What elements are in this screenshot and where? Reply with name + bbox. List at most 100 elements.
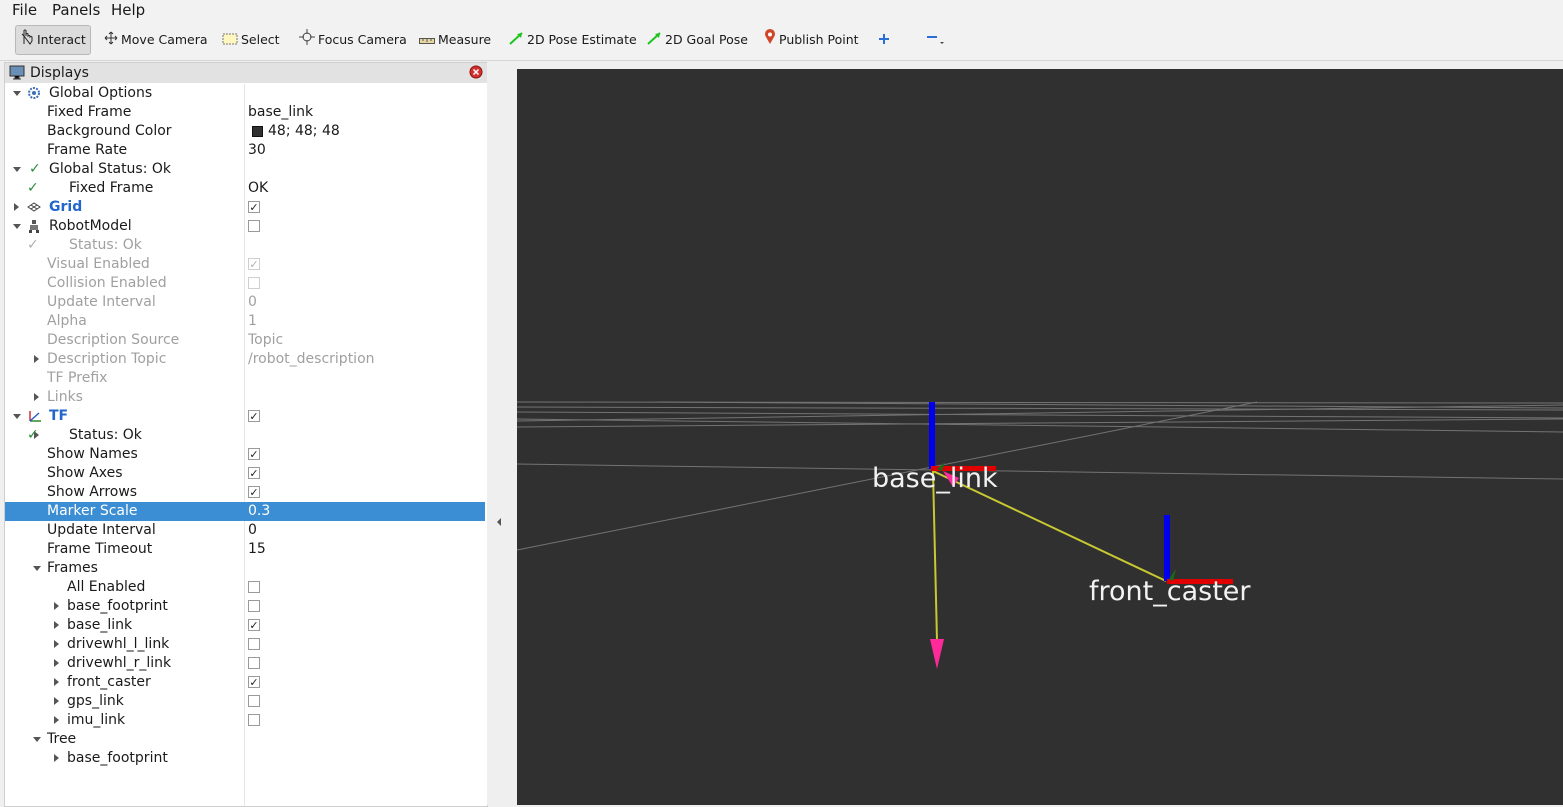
tree-row-value[interactable]: base_link xyxy=(248,103,313,122)
visibility-checkbox[interactable]: ✓ xyxy=(248,619,260,631)
menu-help[interactable]: Help xyxy=(111,1,145,19)
tree-row-value[interactable]: 0.3 xyxy=(248,502,270,521)
visibility-checkbox[interactable]: ✓ xyxy=(248,410,260,422)
visibility-checkbox[interactable]: ✓ xyxy=(248,201,260,213)
tree-row-value[interactable]: Topic xyxy=(248,331,283,350)
visibility-checkbox[interactable]: ✓ xyxy=(248,467,260,479)
expand-arrow-icon[interactable] xyxy=(54,716,59,724)
tree-row-value[interactable]: /robot_description xyxy=(248,350,375,369)
tree-row-drivewhl-r-link[interactable]: drivewhl_r_link xyxy=(5,654,485,673)
tree-row-gps-link[interactable]: gps_link xyxy=(5,692,485,711)
tree-row-front-caster[interactable]: front_caster ✓ xyxy=(5,673,485,692)
tree-row-frame-timeout[interactable]: Frame Timeout 15 xyxy=(5,540,485,559)
tree-row-background-color[interactable]: Background Color 48; 48; 48 xyxy=(5,122,485,141)
render-viewport[interactable]: base_link front_caster xyxy=(517,69,1563,805)
collapse-arrow-icon[interactable] xyxy=(13,224,21,229)
menu-file[interactable]: File xyxy=(12,1,37,19)
tree-row-show-axes[interactable]: Show Axes ✓ xyxy=(5,464,485,483)
visibility-checkbox[interactable] xyxy=(248,714,260,726)
tree-row-base-footprint[interactable]: base_footprint xyxy=(5,597,485,616)
goal-pose-button[interactable]: 2D Goal Pose xyxy=(647,28,748,52)
visibility-checkbox[interactable] xyxy=(248,277,260,289)
tree-row-collision-enabled[interactable]: Collision Enabled xyxy=(5,274,485,293)
tree-row-tf-prefix[interactable]: TF Prefix xyxy=(5,369,485,388)
close-panel-button[interactable] xyxy=(469,65,483,85)
tree-row-fixed-frame[interactable]: ✓ Fixed Frame OK xyxy=(5,179,485,198)
visibility-checkbox[interactable] xyxy=(248,657,260,669)
expand-arrow-icon[interactable] xyxy=(34,393,39,401)
expand-arrow-icon[interactable] xyxy=(54,602,59,610)
tree-row-description-source[interactable]: Description Source Topic xyxy=(5,331,485,350)
tree-row-status-ok[interactable]: ✓ Status: Ok xyxy=(5,426,485,445)
tree-row-imu-link[interactable]: imu_link xyxy=(5,711,485,730)
tree-row-frame-rate[interactable]: Frame Rate 30 xyxy=(5,141,485,160)
expand-arrow-icon[interactable] xyxy=(54,659,59,667)
tree-row-links[interactable]: Links xyxy=(5,388,485,407)
expand-arrow-icon[interactable] xyxy=(54,754,59,762)
tree-row-show-names[interactable]: Show Names ✓ xyxy=(5,445,485,464)
visibility-checkbox[interactable] xyxy=(248,638,260,650)
interact-button[interactable]: Interact xyxy=(15,25,91,55)
tree-row-all-enabled[interactable]: All Enabled xyxy=(5,578,485,597)
expand-arrow-icon[interactable] xyxy=(54,697,59,705)
tree-row-value[interactable]: 0 xyxy=(248,293,257,312)
select-button[interactable]: Select xyxy=(222,28,280,52)
visibility-checkbox[interactable]: ✓ xyxy=(248,448,260,460)
tree-row-tf[interactable]: TF ✓ xyxy=(5,407,485,426)
tree-row-alpha[interactable]: Alpha 1 xyxy=(5,312,485,331)
visibility-checkbox[interactable]: ✓ xyxy=(248,486,260,498)
tree-row-global-status-ok[interactable]: ✓ Global Status: Ok xyxy=(5,160,485,179)
visibility-checkbox[interactable] xyxy=(248,220,260,232)
panel-splitter[interactable] xyxy=(487,62,515,805)
collapse-arrow-icon[interactable] xyxy=(33,737,41,742)
tree-row-fixed-frame[interactable]: Fixed Frame base_link xyxy=(5,103,485,122)
tree-row-drivewhl-l-link[interactable]: drivewhl_l_link xyxy=(5,635,485,654)
select-label: Select xyxy=(241,32,280,47)
focus-camera-button[interactable]: Focus Camera xyxy=(299,28,407,52)
visibility-checkbox[interactable]: ✓ xyxy=(248,258,260,270)
remove-tool-button[interactable] xyxy=(926,28,947,52)
publish-point-label: Publish Point xyxy=(779,32,859,47)
tree-row-value[interactable]: 15 xyxy=(248,540,266,559)
tree-row-base-footprint[interactable]: base_footprint xyxy=(5,749,485,768)
collapse-left-icon[interactable] xyxy=(496,517,502,527)
tree-row-robotmodel[interactable]: RobotModel xyxy=(5,217,485,236)
tree-row-value[interactable]: OK xyxy=(248,179,268,198)
measure-button[interactable]: Measure xyxy=(419,28,491,52)
visibility-checkbox[interactable] xyxy=(248,600,260,612)
tree-row-value[interactable]: 1 xyxy=(248,312,257,331)
pose-estimate-button[interactable]: 2D Pose Estimate xyxy=(509,28,637,52)
visibility-checkbox[interactable]: ✓ xyxy=(248,676,260,688)
tree-row-value[interactable]: 0 xyxy=(248,521,257,540)
tree-row-show-arrows[interactable]: Show Arrows ✓ xyxy=(5,483,485,502)
color-swatch[interactable] xyxy=(252,126,263,137)
expand-arrow-icon[interactable] xyxy=(54,640,59,648)
tree-row-description-topic[interactable]: Description Topic/robot_description xyxy=(5,350,485,369)
expand-arrow-icon[interactable] xyxy=(34,355,39,363)
visibility-checkbox[interactable] xyxy=(248,581,260,593)
tree-row-global-options[interactable]: Global Options xyxy=(5,84,485,103)
tree-row-grid[interactable]: Grid ✓ xyxy=(5,198,485,217)
tree-row-value[interactable]: 48; 48; 48 xyxy=(268,122,340,141)
expand-arrow-icon[interactable] xyxy=(54,678,59,686)
tree-row-status-ok[interactable]: ✓ Status: Ok xyxy=(5,236,485,255)
publish-point-button[interactable]: Publish Point xyxy=(764,28,859,52)
collapse-arrow-icon[interactable] xyxy=(13,414,21,419)
menu-panels[interactable]: Panels xyxy=(52,1,100,19)
tree-row-update-interval[interactable]: Update Interval 0 xyxy=(5,521,485,540)
collapse-arrow-icon[interactable] xyxy=(33,566,41,571)
tree-row-value[interactable]: 30 xyxy=(248,141,266,160)
tree-row-tree[interactable]: Tree xyxy=(5,730,485,749)
move-camera-button[interactable]: Move Camera xyxy=(104,28,208,52)
expand-arrow-icon[interactable] xyxy=(54,621,59,629)
tree-row-visual-enabled[interactable]: Visual Enabled ✓ xyxy=(5,255,485,274)
visibility-checkbox[interactable] xyxy=(248,695,260,707)
tree-row-frames[interactable]: Frames xyxy=(5,559,485,578)
add-tool-button[interactable] xyxy=(878,28,893,52)
collapse-arrow-icon[interactable] xyxy=(13,91,21,96)
expand-arrow-icon[interactable] xyxy=(14,203,19,211)
tree-row-marker-scale[interactable]: Marker Scale 0.3 xyxy=(5,502,485,521)
tree-row-base-link[interactable]: base_link ✓ xyxy=(5,616,485,635)
tree-row-update-interval[interactable]: Update Interval 0 xyxy=(5,293,485,312)
collapse-arrow-icon[interactable] xyxy=(13,167,21,172)
